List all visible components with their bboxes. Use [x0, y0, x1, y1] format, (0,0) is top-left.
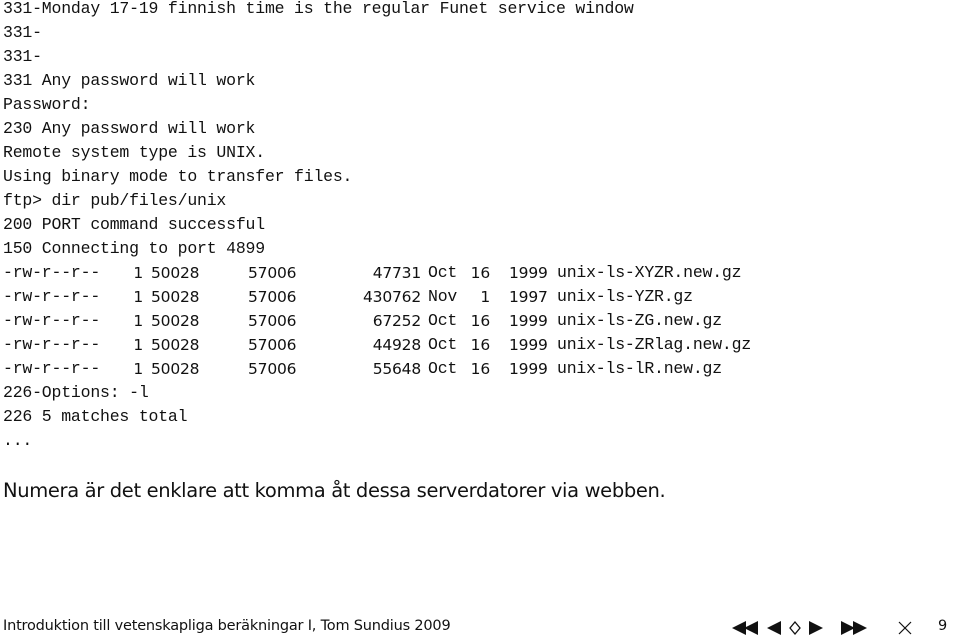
file-owner: 50028	[151, 264, 200, 282]
file-name: unix-ls-YZR.gz	[557, 287, 693, 306]
file-owner: 50028	[151, 360, 200, 378]
terminal-line: ftp> dir pub/files/unix	[3, 191, 227, 210]
file-listing-row: -rw-r--r-- 1 50028 57006 55648 Oct 16 19…	[3, 357, 943, 381]
file-group: 57006	[248, 288, 297, 306]
slide-footer: Introduktion till vetenskapliga beräknin…	[0, 616, 960, 640]
back-button[interactable]	[787, 616, 803, 640]
terminal-line: 150 Connecting to port 4899	[3, 239, 265, 258]
file-links: 1	[133, 312, 143, 330]
file-links: 1	[133, 288, 143, 306]
file-day: 1	[480, 288, 490, 306]
first-page-button[interactable]	[731, 616, 761, 640]
file-name: unix-ls-ZG.new.gz	[557, 311, 722, 330]
file-links: 1	[133, 264, 143, 282]
file-month: Oct	[428, 311, 458, 330]
terminal-line: 230 Any password will work	[3, 119, 256, 138]
file-month: Oct	[428, 263, 458, 282]
file-permissions: -rw-r--r--	[3, 335, 101, 354]
file-name: unix-ls-lR.new.gz	[557, 359, 722, 378]
file-size: 67252	[372, 312, 422, 330]
slide-caption: Numera är det enklare att komma åt dessa…	[3, 479, 666, 502]
close-icon	[898, 621, 912, 635]
file-month: Nov	[428, 287, 458, 306]
file-year: 1999	[509, 312, 548, 330]
file-day: 16	[470, 264, 491, 282]
terminal-line: 331-Monday 17-19 finnish time is the reg…	[3, 0, 634, 18]
file-month: Oct	[428, 335, 458, 354]
terminal-line: 331-	[3, 47, 42, 66]
terminal-line: 226 5 matches total	[3, 407, 188, 426]
terminal-line: 331-	[3, 23, 42, 42]
next-page-button[interactable]	[807, 616, 825, 640]
file-owner: 50028	[151, 336, 200, 354]
terminal-line: 200 PORT command successful	[3, 215, 265, 234]
file-day: 16	[470, 360, 491, 378]
file-permissions: -rw-r--r--	[3, 287, 101, 306]
last-page-icon	[841, 621, 867, 635]
file-listing-row: -rw-r--r-- 1 50028 57006 67252 Oct 16 19…	[3, 309, 943, 333]
file-name: unix-ls-XYZR.new.gz	[557, 263, 742, 282]
file-listing-row: -rw-r--r-- 1 50028 57006 44928 Oct 16 19…	[3, 333, 943, 357]
file-size: 47731	[372, 264, 422, 282]
close-button[interactable]	[896, 616, 914, 640]
file-permissions: -rw-r--r--	[3, 263, 101, 282]
file-month: Oct	[428, 359, 458, 378]
file-owner: 50028	[151, 312, 200, 330]
footer-title: Introduktion till vetenskapliga beräknin…	[3, 618, 451, 634]
file-links: 1	[133, 336, 143, 354]
terminal-line: Using binary mode to transfer files.	[3, 167, 353, 186]
file-group: 57006	[248, 312, 297, 330]
file-day: 16	[470, 336, 491, 354]
file-listing-row: -rw-r--r-- 1 50028 57006 47731 Oct 16 19…	[3, 261, 943, 285]
file-year: 1997	[509, 288, 548, 306]
previous-page-icon	[767, 621, 781, 635]
previous-page-button[interactable]	[765, 616, 783, 640]
first-page-icon	[732, 621, 758, 635]
file-day: 16	[470, 312, 491, 330]
file-size: 44928	[372, 336, 422, 354]
file-size: 55648	[372, 360, 422, 378]
file-year: 1999	[509, 360, 548, 378]
page-number: 9	[938, 618, 948, 634]
terminal-line: 226-Options: -l	[3, 383, 149, 402]
file-group: 57006	[248, 360, 297, 378]
file-permissions: -rw-r--r--	[3, 311, 101, 330]
next-page-icon	[809, 621, 823, 635]
file-owner: 50028	[151, 288, 200, 306]
terminal-line: Remote system type is UNIX.	[3, 143, 265, 162]
terminal-line: Password:	[3, 95, 91, 114]
file-group: 57006	[248, 264, 297, 282]
terminal-line: 331 Any password will work	[3, 71, 256, 90]
file-year: 1999	[509, 264, 548, 282]
file-group: 57006	[248, 336, 297, 354]
file-name: unix-ls-ZRlag.new.gz	[557, 335, 752, 354]
file-size: 430762	[363, 288, 421, 306]
back-icon	[789, 621, 801, 635]
file-year: 1999	[509, 336, 548, 354]
terminal-line: ...	[3, 431, 33, 450]
file-permissions: -rw-r--r--	[3, 359, 101, 378]
file-links: 1	[133, 360, 143, 378]
file-listing-row: -rw-r--r-- 1 50028 57006 430762 Nov 1 19…	[3, 285, 943, 309]
last-page-button[interactable]	[840, 616, 870, 640]
